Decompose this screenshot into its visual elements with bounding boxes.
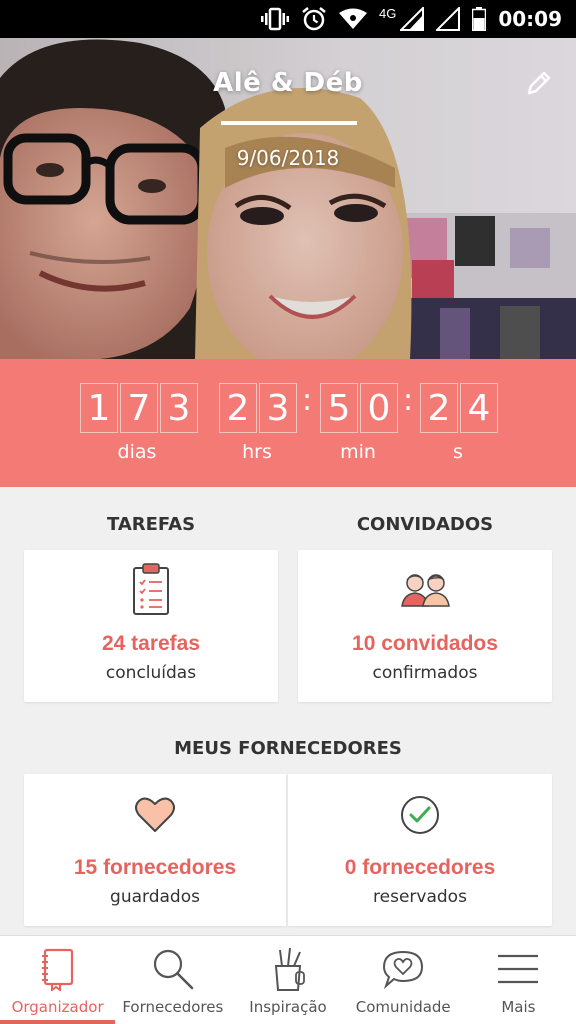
booked-vendors-count: 0 fornecedores <box>344 856 496 879</box>
countdown-digit: 7 <box>120 383 158 433</box>
clock: 00:09 <box>498 7 562 31</box>
nav-item-mais[interactable]: Mais <box>461 936 576 1024</box>
countdown-hours: 2 3 <box>219 383 299 433</box>
guests-title: CONVIDADOS <box>356 514 494 535</box>
nav-label: Inspiração <box>249 998 327 1016</box>
countdown-label-minutes: min <box>340 441 376 463</box>
countdown-label-seconds: s <box>453 441 463 463</box>
bottom-navigation: Organizador Fornecedores Inspiração Comu… <box>0 935 576 1024</box>
countdown-seconds: 2 4 <box>420 383 500 433</box>
active-tab-indicator <box>0 1020 116 1024</box>
nav-item-comunidade[interactable]: Comunidade <box>346 936 461 1024</box>
couple-photo-header: Alê & Déb 9/06/2018 <box>0 38 576 359</box>
countdown-digit: 4 <box>460 383 498 433</box>
signal-icon <box>400 7 425 31</box>
tasks-card[interactable]: 24 tarefas concluídas <box>24 550 278 702</box>
edit-button[interactable] <box>522 66 556 100</box>
booked-vendors-card[interactable]: 0 fornecedores reservados <box>288 774 552 926</box>
wifi-icon <box>338 8 367 30</box>
vendors-title: MEUS FORNECEDORES <box>174 738 402 759</box>
chat-heart-icon <box>381 946 425 992</box>
notebook-icon <box>40 946 76 992</box>
countdown-digit: 0 <box>360 383 398 433</box>
menu-icon <box>497 946 539 992</box>
nav-label: Organizador <box>11 998 104 1016</box>
countdown-separator: : <box>403 383 414 418</box>
countdown-label-days: dias <box>117 441 157 463</box>
tasks-subtitle: concluídas <box>105 663 197 683</box>
nav-label: Comunidade <box>355 998 451 1016</box>
saved-vendors-subtitle: guardados <box>110 887 200 907</box>
clipboard-icon <box>24 562 278 616</box>
heart-icon <box>24 796 286 834</box>
countdown-digit: 2 <box>219 383 257 433</box>
network-type: 4G <box>378 5 397 21</box>
check-circle-icon <box>288 794 552 836</box>
guests-subtitle: confirmados <box>372 663 478 683</box>
countdown-days: 1 7 3 <box>80 383 200 433</box>
guests-count: 10 convidados <box>352 632 498 655</box>
status-bar: 4G 00:09 <box>0 0 576 38</box>
countdown-label-hours: hrs <box>242 441 272 463</box>
signal-icon-2 <box>436 7 461 31</box>
names-underline <box>221 121 357 125</box>
battery-icon <box>472 7 487 31</box>
countdown: 1 7 3 2 3 : 5 0 : 2 4 dias hrs min s <box>0 359 576 487</box>
countdown-digit: 2 <box>420 383 458 433</box>
guests-card[interactable]: 10 convidados confirmados <box>298 550 552 702</box>
nav-label: Mais <box>501 998 536 1016</box>
pencil-icon <box>527 71 551 95</box>
search-icon <box>151 946 195 992</box>
countdown-digit: 5 <box>320 383 358 433</box>
tasks-title: TAREFAS <box>106 514 196 535</box>
pencil-cup-icon <box>270 946 306 992</box>
countdown-digit: 1 <box>80 383 118 433</box>
saved-vendors-count: 15 fornecedores <box>73 856 237 879</box>
countdown-separator: : <box>302 383 313 418</box>
tasks-count: 24 tarefas <box>101 632 201 655</box>
saved-vendors-card[interactable]: 15 fornecedores guardados <box>24 774 286 926</box>
countdown-digit: 3 <box>259 383 297 433</box>
alarm-icon <box>301 6 327 32</box>
vibrate-icon <box>260 7 289 31</box>
countdown-minutes: 5 0 <box>320 383 400 433</box>
guests-icon <box>298 568 552 608</box>
nav-label: Fornecedores <box>122 998 224 1016</box>
booked-vendors-subtitle: reservados <box>373 887 467 907</box>
nav-item-fornecedores[interactable]: Fornecedores <box>115 936 230 1024</box>
couple-names: Alê & Déb <box>213 68 363 98</box>
nav-item-organizador[interactable]: Organizador <box>0 936 116 1024</box>
nav-item-inspiracao[interactable]: Inspiração <box>230 936 345 1024</box>
countdown-digit: 3 <box>160 383 198 433</box>
wedding-date: 9/06/2018 <box>236 146 340 170</box>
